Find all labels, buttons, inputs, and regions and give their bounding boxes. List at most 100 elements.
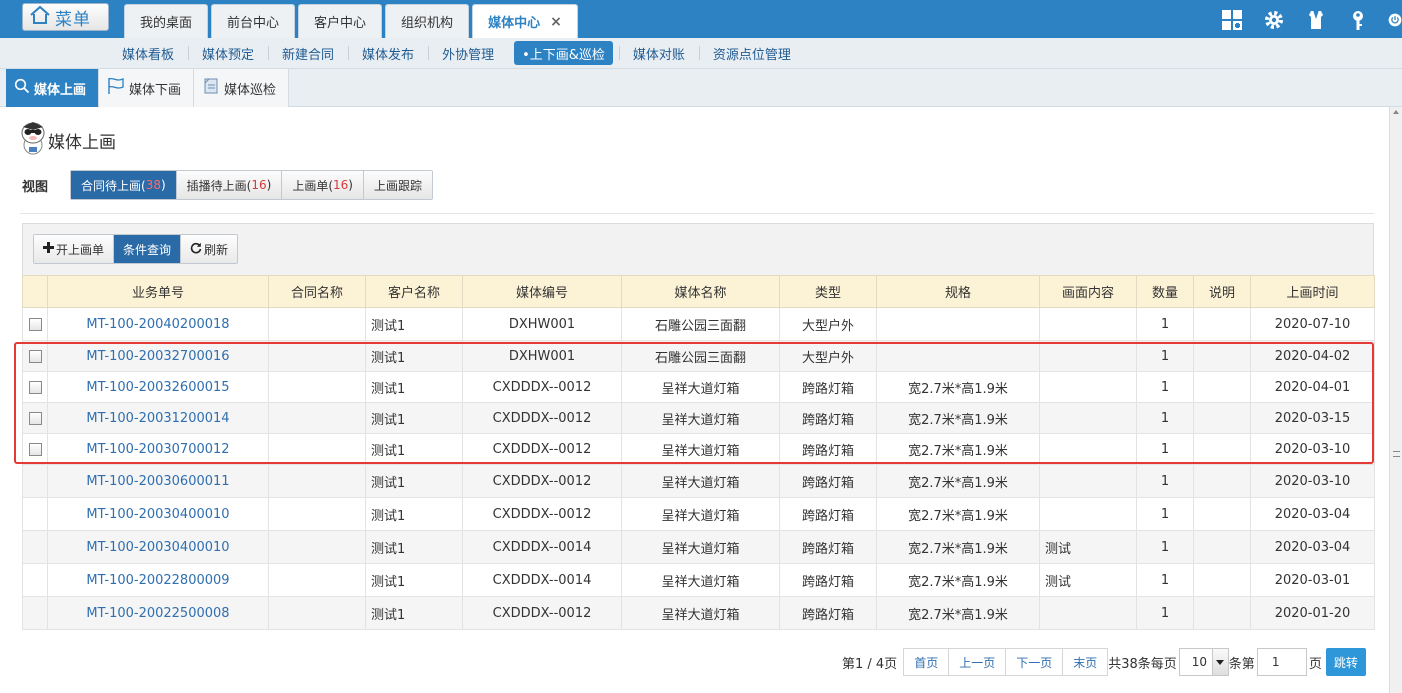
row-checkbox[interactable] [28, 442, 42, 456]
view-buttons: 合同待上画(38) 插播待上画(16) 上画单(16) 上画跟踪 [70, 170, 433, 200]
close-icon[interactable]: × [550, 14, 562, 30]
tab-media-center[interactable]: 媒体中心 × [472, 4, 578, 38]
order-id-link[interactable]: MT-100-20040200018 [47, 307, 269, 341]
order-id-link[interactable]: MT-100-20030700012 [47, 433, 269, 465]
main-tabs: 我的桌面 前台中心 客户中心 组织机构 媒体中心 × [124, 4, 578, 38]
table-row[interactable]: MT-100-20030700012 测试1 CXDDDX--0012 呈祥大道灯箱跨… [22, 433, 1375, 465]
content-cell [1039, 433, 1137, 465]
tab-front-center[interactable]: 前台中心 [211, 4, 296, 38]
table-row[interactable]: MT-100-20022800009 测试1 CXDDDX--0014 呈祥大道灯箱跨… [22, 563, 1375, 597]
key-icon[interactable] [1346, 8, 1370, 32]
tab-media-inspection[interactable]: 媒体巡检 [194, 69, 290, 107]
subnav-new-contract[interactable]: 新建合同 [268, 41, 348, 65]
table-row[interactable]: MT-100-20032700016 测试1 DXHW001 石雕公园三面翻 大型户外 1… [22, 340, 1375, 372]
subnav-media-board[interactable]: 媒体看板 [108, 41, 188, 65]
vertical-scrollbar[interactable] [1389, 107, 1402, 693]
first-page-button[interactable]: 首页 [903, 648, 950, 676]
scroll-grip-icon[interactable] [1393, 451, 1400, 457]
customer-name-cell: 测试1 [365, 371, 463, 403]
order-id-link[interactable]: MT-100-20032700016 [47, 340, 269, 372]
refresh-button[interactable]: 刷新 [180, 235, 238, 263]
tab-media-posting[interactable]: 媒体上画 [6, 69, 100, 107]
column-header[interactable]: 画面内容 [1039, 275, 1137, 308]
view-posting-tracking-button[interactable]: 上画跟踪 [362, 171, 432, 199]
media-name-cell: 呈祥大道灯箱 [621, 402, 780, 434]
row-select-cell [22, 433, 48, 465]
posting-date-cell: 2020-04-02 [1250, 340, 1375, 372]
spec-cell: 宽2.7米*高1.9米 [876, 433, 1040, 465]
view-button-label: 插播待上画( [186, 178, 252, 193]
subnav-media-booking[interactable]: 媒体预定 [188, 41, 268, 65]
view-insert-pending-button[interactable]: 插播待上画(16) [175, 171, 282, 199]
power-icon[interactable] [1388, 8, 1402, 32]
quantity-cell: 1 [1136, 596, 1194, 630]
tab-my-desktop[interactable]: 我的桌面 [124, 4, 209, 38]
row-checkbox[interactable] [28, 317, 42, 331]
scroll-up-icon[interactable] [1393, 110, 1399, 114]
count-badge: 38 [145, 178, 161, 192]
order-id-link[interactable]: MT-100-20030600011 [47, 464, 269, 498]
note-cell [1193, 497, 1251, 531]
view-posting-orders-button[interactable]: 上画单(16) [281, 171, 363, 199]
spec-cell: 宽2.7米*高1.9米 [876, 497, 1040, 531]
condition-query-button[interactable]: 条件查询 [113, 235, 181, 263]
tab-label: 媒体中心 [488, 16, 541, 31]
row-checkbox[interactable] [28, 411, 42, 425]
table-row[interactable]: MT-100-20030600011 测试1 CXDDDX--0012 呈祥大道灯箱跨… [22, 464, 1375, 498]
menu-button[interactable]: 菜单 [22, 3, 109, 31]
prev-page-button[interactable]: 上一页 [948, 648, 1007, 676]
subnav-media-publish[interactable]: 媒体发布 [348, 41, 428, 65]
type-cell: 跨路灯箱 [779, 371, 877, 403]
order-id-link[interactable]: MT-100-20032600015 [47, 371, 269, 403]
order-id-link[interactable]: MT-100-20022500008 [47, 596, 269, 630]
subnav-outsourcing[interactable]: 外协管理 [428, 41, 508, 65]
column-header[interactable]: 类型 [779, 275, 877, 308]
gear-icon[interactable] [1262, 8, 1286, 32]
last-page-button[interactable]: 末页 [1062, 648, 1109, 676]
posting-date-cell: 2020-07-10 [1250, 307, 1375, 341]
column-header[interactable]: 媒体名称 [621, 275, 780, 308]
jump-button[interactable]: 跳转 [1325, 648, 1366, 676]
posting-date-cell: 2020-03-10 [1250, 464, 1375, 498]
subnav-resource-points[interactable]: 资源点位管理 [698, 41, 805, 65]
row-checkbox[interactable] [28, 349, 42, 363]
shirt-icon[interactable] [1304, 8, 1328, 32]
column-header[interactable]: 业务单号 [47, 275, 269, 308]
column-header[interactable]: 上画时间 [1250, 275, 1375, 308]
view-contract-pending-button[interactable]: 合同待上画(38) [71, 171, 176, 199]
tab-media-removal[interactable]: 媒体下画 [99, 69, 195, 107]
column-header[interactable]: 媒体编号 [462, 275, 622, 308]
column-header[interactable]: 说明 [1193, 275, 1251, 308]
type-cell: 跨路灯箱 [779, 464, 877, 498]
contract-name-cell [268, 307, 366, 341]
table-row[interactable]: MT-100-20030400010 测试1 CXDDDX--0014 呈祥大道灯箱跨… [22, 530, 1375, 564]
order-id-link[interactable]: MT-100-20022800009 [47, 563, 269, 597]
column-header[interactable]: 合同名称 [268, 275, 366, 308]
count-badge: 16 [251, 178, 267, 192]
table-row[interactable]: MT-100-20032600015 测试1 CXDDDX--0012 呈祥大道灯箱跨… [22, 371, 1375, 403]
column-header[interactable]: 客户名称 [365, 275, 463, 308]
quantity-cell: 1 [1136, 563, 1194, 597]
subnav-posting-inspection[interactable]: •上下画&巡检 [514, 41, 613, 65]
chevron-down-icon [1211, 649, 1228, 675]
tab-customer-center[interactable]: 客户中心 [298, 4, 383, 38]
column-header[interactable]: 数量 [1136, 275, 1194, 308]
grid-icon[interactable] [1220, 8, 1244, 32]
contract-name-cell [268, 371, 366, 403]
page-size-select[interactable]: 10 [1178, 648, 1229, 676]
table-row[interactable]: MT-100-20030400010 测试1 CXDDDX--0012 呈祥大道灯箱跨… [22, 497, 1375, 531]
goto-page-input[interactable]: 1 [1256, 648, 1307, 676]
table-row[interactable]: MT-100-20022500008 测试1 CXDDDX--0012 呈祥大道灯箱跨… [22, 596, 1375, 630]
column-header[interactable]: 规格 [876, 275, 1040, 308]
customer-name-cell: 测试1 [365, 307, 463, 341]
tab-organization[interactable]: 组织机构 [385, 4, 470, 38]
order-id-link[interactable]: MT-100-20031200014 [47, 402, 269, 434]
order-id-link[interactable]: MT-100-20030400010 [47, 497, 269, 531]
open-posting-order-button[interactable]: 开上画单 [34, 235, 114, 263]
order-id-link[interactable]: MT-100-20030400010 [47, 530, 269, 564]
next-page-button[interactable]: 下一页 [1005, 648, 1064, 676]
table-row[interactable]: MT-100-20031200014 测试1 CXDDDX--0012 呈祥大道灯箱跨… [22, 402, 1375, 434]
row-checkbox[interactable] [28, 380, 42, 394]
subnav-media-reconcile[interactable]: 媒体对账 [618, 41, 699, 65]
table-row[interactable]: MT-100-20040200018 测试1 DXHW001 石雕公园三面翻 大型户外 1… [22, 307, 1375, 341]
